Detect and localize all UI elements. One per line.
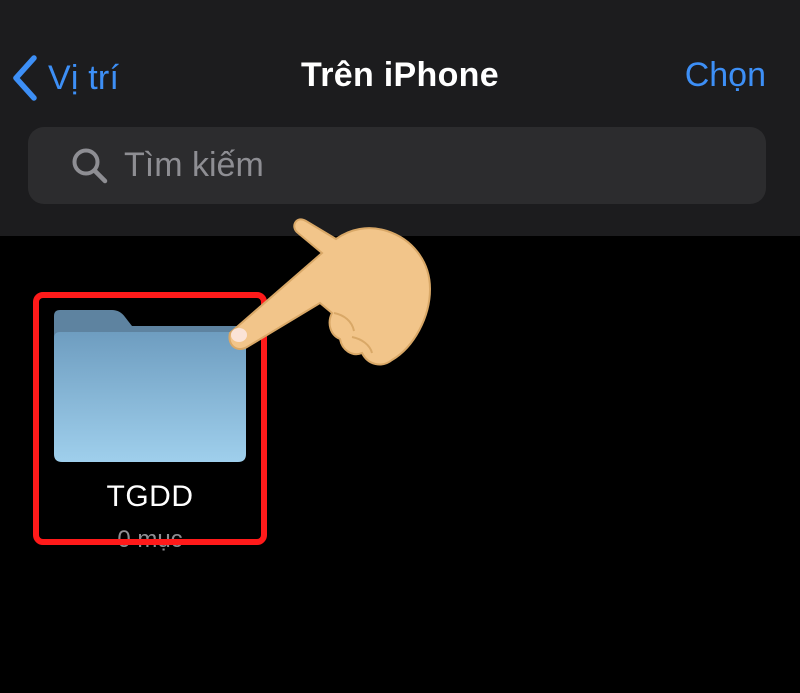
folder-icon xyxy=(54,310,246,462)
select-button[interactable]: Chọn xyxy=(685,56,766,95)
files-screen: Vị trí Trên iPhone Chọn TGDD 0 mục xyxy=(0,0,800,693)
page-title: Trên iPhone xyxy=(301,56,499,94)
folder-item-tgdd[interactable]: TGDD 0 mục xyxy=(34,294,266,553)
search-icon xyxy=(72,148,108,183)
folder-item-count: 0 mục xyxy=(117,526,183,553)
search-bar[interactable] xyxy=(28,127,766,204)
navigation-header: Vị trí Trên iPhone Chọn xyxy=(0,0,800,236)
search-input[interactable] xyxy=(124,127,766,204)
folder-name: TGDD xyxy=(106,480,194,513)
